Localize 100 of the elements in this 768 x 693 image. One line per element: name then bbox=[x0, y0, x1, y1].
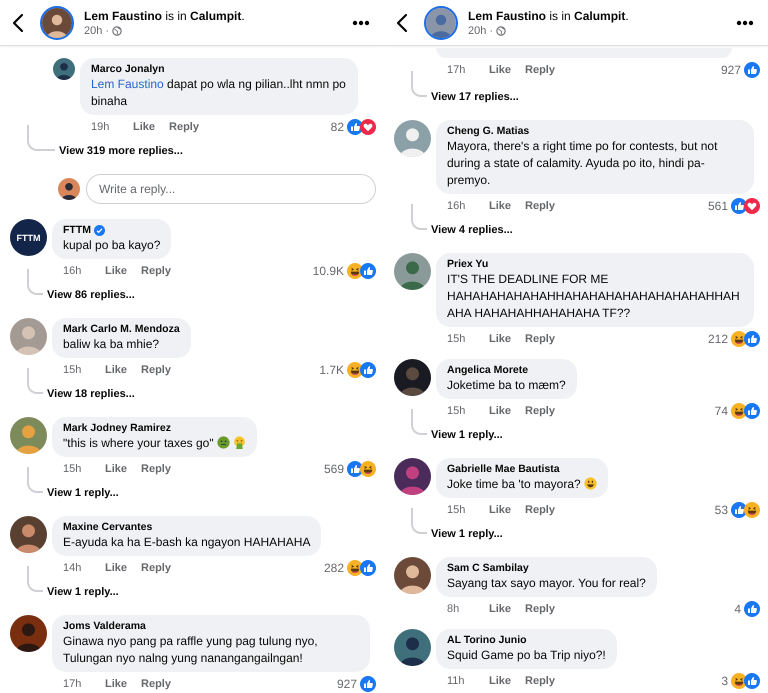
like-link[interactable]: Like bbox=[489, 200, 512, 212]
view-replies-link[interactable]: View 86 replies... bbox=[47, 289, 135, 301]
comment-author[interactable]: Angelica Morete bbox=[447, 363, 528, 377]
like-link[interactable]: Like bbox=[489, 64, 512, 76]
post-title: Lem Faustino is in Calumpit. bbox=[468, 8, 630, 22]
like-reaction-icon bbox=[744, 673, 760, 689]
view-replies-link[interactable]: View 4 replies... bbox=[431, 224, 513, 236]
avatar[interactable] bbox=[394, 359, 431, 396]
reaction-count[interactable]: 3 bbox=[721, 674, 728, 688]
view-replies-link[interactable]: View 17 replies... bbox=[431, 91, 519, 103]
comment-text: Lem Faustino dapat po wla ng pilian..lht nmn po binaha bbox=[91, 76, 347, 110]
comment-author[interactable]: FTTM bbox=[63, 223, 91, 237]
view-replies-link[interactable]: View 1 reply... bbox=[431, 429, 503, 441]
reaction-count[interactable]: 569 bbox=[324, 462, 344, 476]
comment-author[interactable]: Sam C Sambilay bbox=[447, 561, 529, 575]
thread-line bbox=[27, 368, 43, 394]
avatar[interactable] bbox=[10, 516, 47, 553]
comment-text: Sayang tax sayo mayor. You for real? bbox=[447, 575, 646, 592]
reaction-count[interactable]: 561 bbox=[708, 199, 728, 213]
comment-time: 15h bbox=[63, 463, 82, 475]
comment-author[interactable]: Mark Carlo M. Mendoza bbox=[63, 322, 180, 336]
comment-time: 17h bbox=[63, 678, 82, 690]
reaction-count[interactable]: 927 bbox=[336, 677, 357, 691]
reply-link[interactable]: Reply bbox=[525, 504, 555, 516]
reply-link[interactable]: Reply bbox=[141, 265, 171, 277]
like-link[interactable]: Like bbox=[105, 265, 128, 277]
view-replies-link[interactable]: View 1 reply... bbox=[47, 586, 119, 598]
avatar[interactable] bbox=[10, 615, 47, 652]
comment-text: IT'S THE DEADLINE FOR ME HAHAHAHAHAHAHHAHAHAHAHAHAHAHAHAHHAHAHA HAHAHAHHAHAHAHA TF?? bbox=[447, 271, 741, 322]
like-link[interactable]: Like bbox=[489, 603, 512, 615]
like-link[interactable]: Like bbox=[105, 562, 128, 574]
reply-link[interactable]: Reply bbox=[141, 463, 171, 475]
comment-author[interactable]: Gabrielle Mae Bautista bbox=[447, 462, 560, 476]
avatar[interactable] bbox=[394, 557, 431, 594]
reaction-count[interactable]: 53 bbox=[714, 503, 728, 517]
reply-link[interactable]: Reply bbox=[525, 64, 555, 76]
laughing-reaction-icon bbox=[744, 502, 760, 518]
reply-link[interactable]: Reply bbox=[525, 675, 555, 687]
reaction-count[interactable]: 1.7K bbox=[319, 363, 344, 377]
reply-link[interactable]: Reply bbox=[525, 603, 555, 615]
like-link[interactable]: Like bbox=[133, 121, 156, 133]
comment-text: Joketime ba to mæm? bbox=[447, 377, 566, 394]
comment-author[interactable]: Marco Jonalyn bbox=[91, 62, 165, 76]
avatar[interactable] bbox=[53, 58, 75, 80]
comment-text: Squid Game po ba Trip niyo?! bbox=[447, 647, 606, 664]
like-link[interactable]: Like bbox=[489, 333, 512, 345]
comment-time: 15h bbox=[447, 333, 466, 345]
avatar[interactable] bbox=[42, 8, 72, 38]
globe-icon bbox=[112, 26, 122, 36]
reaction-count[interactable]: 927 bbox=[720, 63, 741, 77]
reaction-count[interactable]: 212 bbox=[708, 332, 728, 346]
like-link[interactable]: Like bbox=[489, 405, 512, 417]
like-link[interactable]: Like bbox=[489, 675, 512, 687]
reply-link[interactable]: Reply bbox=[141, 364, 171, 376]
vomiting-face-icon bbox=[232, 436, 246, 449]
reaction-count[interactable]: 4 bbox=[734, 602, 741, 616]
comment-text: "this is where your taxes go" bbox=[63, 435, 246, 452]
avatar[interactable] bbox=[394, 458, 431, 495]
like-link[interactable]: Like bbox=[489, 504, 512, 516]
view-replies-link[interactable]: View 1 reply... bbox=[47, 487, 119, 499]
more-options-icon[interactable] bbox=[736, 20, 754, 26]
reply-link[interactable]: Reply bbox=[525, 405, 555, 417]
thread-line bbox=[27, 125, 55, 151]
mention-link[interactable]: Lem Faustino bbox=[91, 77, 164, 91]
like-reaction-icon bbox=[744, 601, 760, 617]
reply-link[interactable]: Reply bbox=[525, 200, 555, 212]
reply-link[interactable]: Reply bbox=[525, 333, 555, 345]
avatar[interactable] bbox=[394, 253, 431, 290]
like-link[interactable]: Like bbox=[105, 678, 128, 690]
view-replies-link[interactable]: View 319 more replies... bbox=[59, 145, 183, 157]
comment-author[interactable]: Priex Yu bbox=[447, 257, 488, 271]
comment-author[interactable]: Mark Jodney Ramirez bbox=[63, 421, 171, 435]
comment-author[interactable]: Cheng G. Matias bbox=[447, 124, 530, 138]
view-replies-link[interactable]: View 18 replies... bbox=[47, 388, 135, 400]
like-reaction-icon bbox=[744, 62, 760, 78]
comment-time: 14h bbox=[63, 562, 82, 574]
like-reaction-icon bbox=[744, 403, 760, 419]
post-title: Lem Faustino is in Calumpit. bbox=[84, 8, 246, 22]
comment-author[interactable]: Joms Valderama bbox=[63, 619, 146, 633]
like-link[interactable]: Like bbox=[105, 463, 128, 475]
back-icon[interactable] bbox=[396, 12, 408, 32]
comment-author[interactable]: AL Torino Junio bbox=[447, 633, 527, 647]
avatar[interactable] bbox=[58, 178, 80, 200]
reply-link[interactable]: Reply bbox=[141, 562, 171, 574]
reply-link[interactable]: Reply bbox=[141, 678, 171, 690]
comment-author[interactable]: Maxine Cervantes bbox=[63, 520, 152, 534]
reaction-count[interactable]: 10.9K bbox=[312, 264, 344, 278]
avatar[interactable]: FTTM bbox=[10, 219, 47, 256]
view-replies-link[interactable]: View 1 reply... bbox=[431, 528, 503, 540]
more-options-icon[interactable] bbox=[352, 20, 370, 26]
reaction-count[interactable]: 82 bbox=[330, 120, 344, 134]
reaction-count[interactable]: 282 bbox=[324, 561, 344, 575]
reaction-count[interactable]: 74 bbox=[714, 404, 728, 418]
like-link[interactable]: Like bbox=[105, 364, 128, 376]
reply-field[interactable]: Write a reply... bbox=[86, 174, 376, 204]
avatar[interactable] bbox=[394, 629, 431, 666]
comment-time: 16h bbox=[447, 200, 466, 212]
reply-link[interactable]: Reply bbox=[169, 121, 199, 133]
back-icon[interactable] bbox=[12, 12, 24, 32]
comment-time: 15h bbox=[447, 504, 466, 516]
